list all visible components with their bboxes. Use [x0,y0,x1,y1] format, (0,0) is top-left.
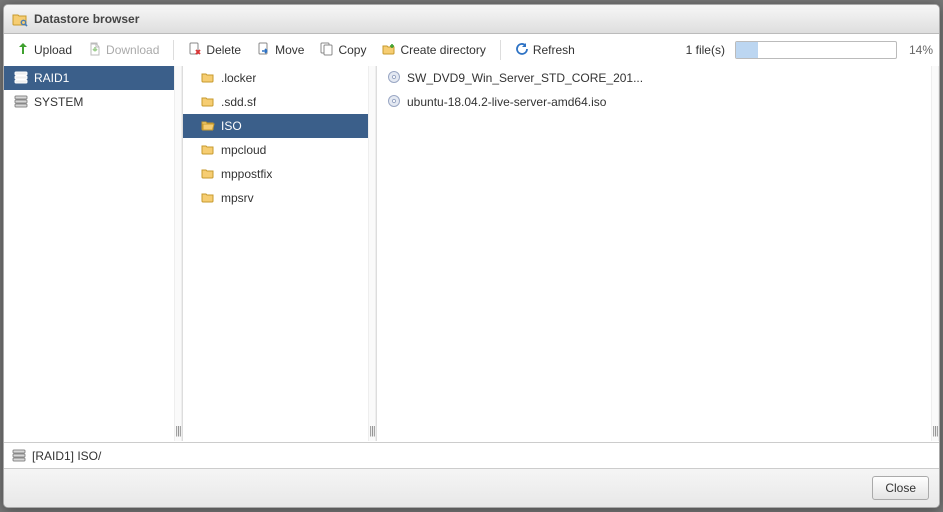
folder-item[interactable]: ISO [183,114,368,138]
folder-item[interactable]: mpcloud [183,138,368,162]
folder-item-label: .locker [221,71,256,85]
upload-progress-fill [736,42,758,58]
disc-icon [387,94,401,111]
upload-label: Upload [34,43,72,57]
copy-label: Copy [338,43,366,57]
folder-item-label: ISO [221,119,242,133]
path-label: [RAID1] ISO/ [32,449,101,463]
datastore-icon [14,70,28,87]
create-directory-button[interactable]: Create directory [376,39,491,62]
move-label: Move [275,43,304,57]
pane-splitter[interactable]: ||| [174,66,182,441]
refresh-label: Refresh [533,43,575,57]
upload-progress-percent: 14% [901,43,933,57]
pane-splitter[interactable]: ||| [931,66,939,441]
delete-icon [188,42,202,59]
folder-pane: .locker .sdd.sf ISO mpcloud mppostfix mpsrv [182,66,368,441]
download-label: Download [106,43,159,57]
file-item-label: ubuntu-18.04.2-live-server-amd64.iso [407,95,606,109]
refresh-icon [515,42,529,59]
folder-icon [201,190,215,207]
create-directory-icon [382,42,396,59]
datastore-item[interactable]: SYSTEM [4,90,174,114]
datastore-browser-window: Datastore browser Upload Download Delete [3,4,940,508]
folder-icon [201,94,215,111]
datastore-icon [14,94,28,111]
folder-item[interactable]: .locker [183,66,368,90]
folder-item-label: mppostfix [221,167,272,181]
file-count: 1 file(s) [686,43,731,57]
refresh-button[interactable]: Refresh [509,39,581,62]
upload-button[interactable]: Upload [10,39,78,62]
folder-item[interactable]: mppostfix [183,162,368,186]
upload-icon [16,42,30,59]
datastore-item-label: RAID1 [34,71,69,85]
toolbar: Upload Download Delete Move Copy [4,34,939,67]
folder-item-label: mpsrv [221,191,254,205]
folder-icon [201,70,215,87]
delete-label: Delete [206,43,241,57]
datastore-pane: RAID1 SYSTEM [4,66,174,441]
pane-splitter[interactable]: ||| [368,66,376,441]
content-area: RAID1 SYSTEM ||| .locker .sdd.sf ISO mpcloud… [4,66,939,441]
copy-button[interactable]: Copy [314,39,372,62]
path-bar: [RAID1] ISO/ [4,442,939,469]
download-icon [88,42,102,59]
datastore-item[interactable]: RAID1 [4,66,174,90]
toolbar-separator [173,40,174,60]
download-button: Download [82,39,165,62]
file-pane: SW_DVD9_Win_Server_STD_CORE_201...ubuntu… [376,66,931,441]
delete-button[interactable]: Delete [182,39,247,62]
file-item[interactable]: SW_DVD9_Win_Server_STD_CORE_201... [377,66,931,90]
datastore-item-label: SYSTEM [34,95,83,109]
create-directory-label: Create directory [400,43,485,57]
disc-icon [387,70,401,87]
folder-icon [201,166,215,183]
close-button[interactable]: Close [872,476,929,500]
toolbar-separator [500,40,501,60]
folder-item-label: .sdd.sf [221,95,256,109]
file-item-label: SW_DVD9_Win_Server_STD_CORE_201... [407,71,643,85]
titlebar: Datastore browser [4,5,939,34]
window-title: Datastore browser [34,12,139,26]
folder-icon [201,118,215,135]
footer: Close [4,468,939,507]
datastore-browser-icon [12,11,28,27]
move-icon [257,42,271,59]
file-item[interactable]: ubuntu-18.04.2-live-server-amd64.iso [377,90,931,114]
folder-item[interactable]: .sdd.sf [183,90,368,114]
move-button[interactable]: Move [251,39,310,62]
folder-icon [201,142,215,159]
folder-item-label: mpcloud [221,143,266,157]
datastore-icon [12,448,26,465]
copy-icon [320,42,334,59]
folder-item[interactable]: mpsrv [183,186,368,210]
upload-progress-bar [735,41,897,59]
